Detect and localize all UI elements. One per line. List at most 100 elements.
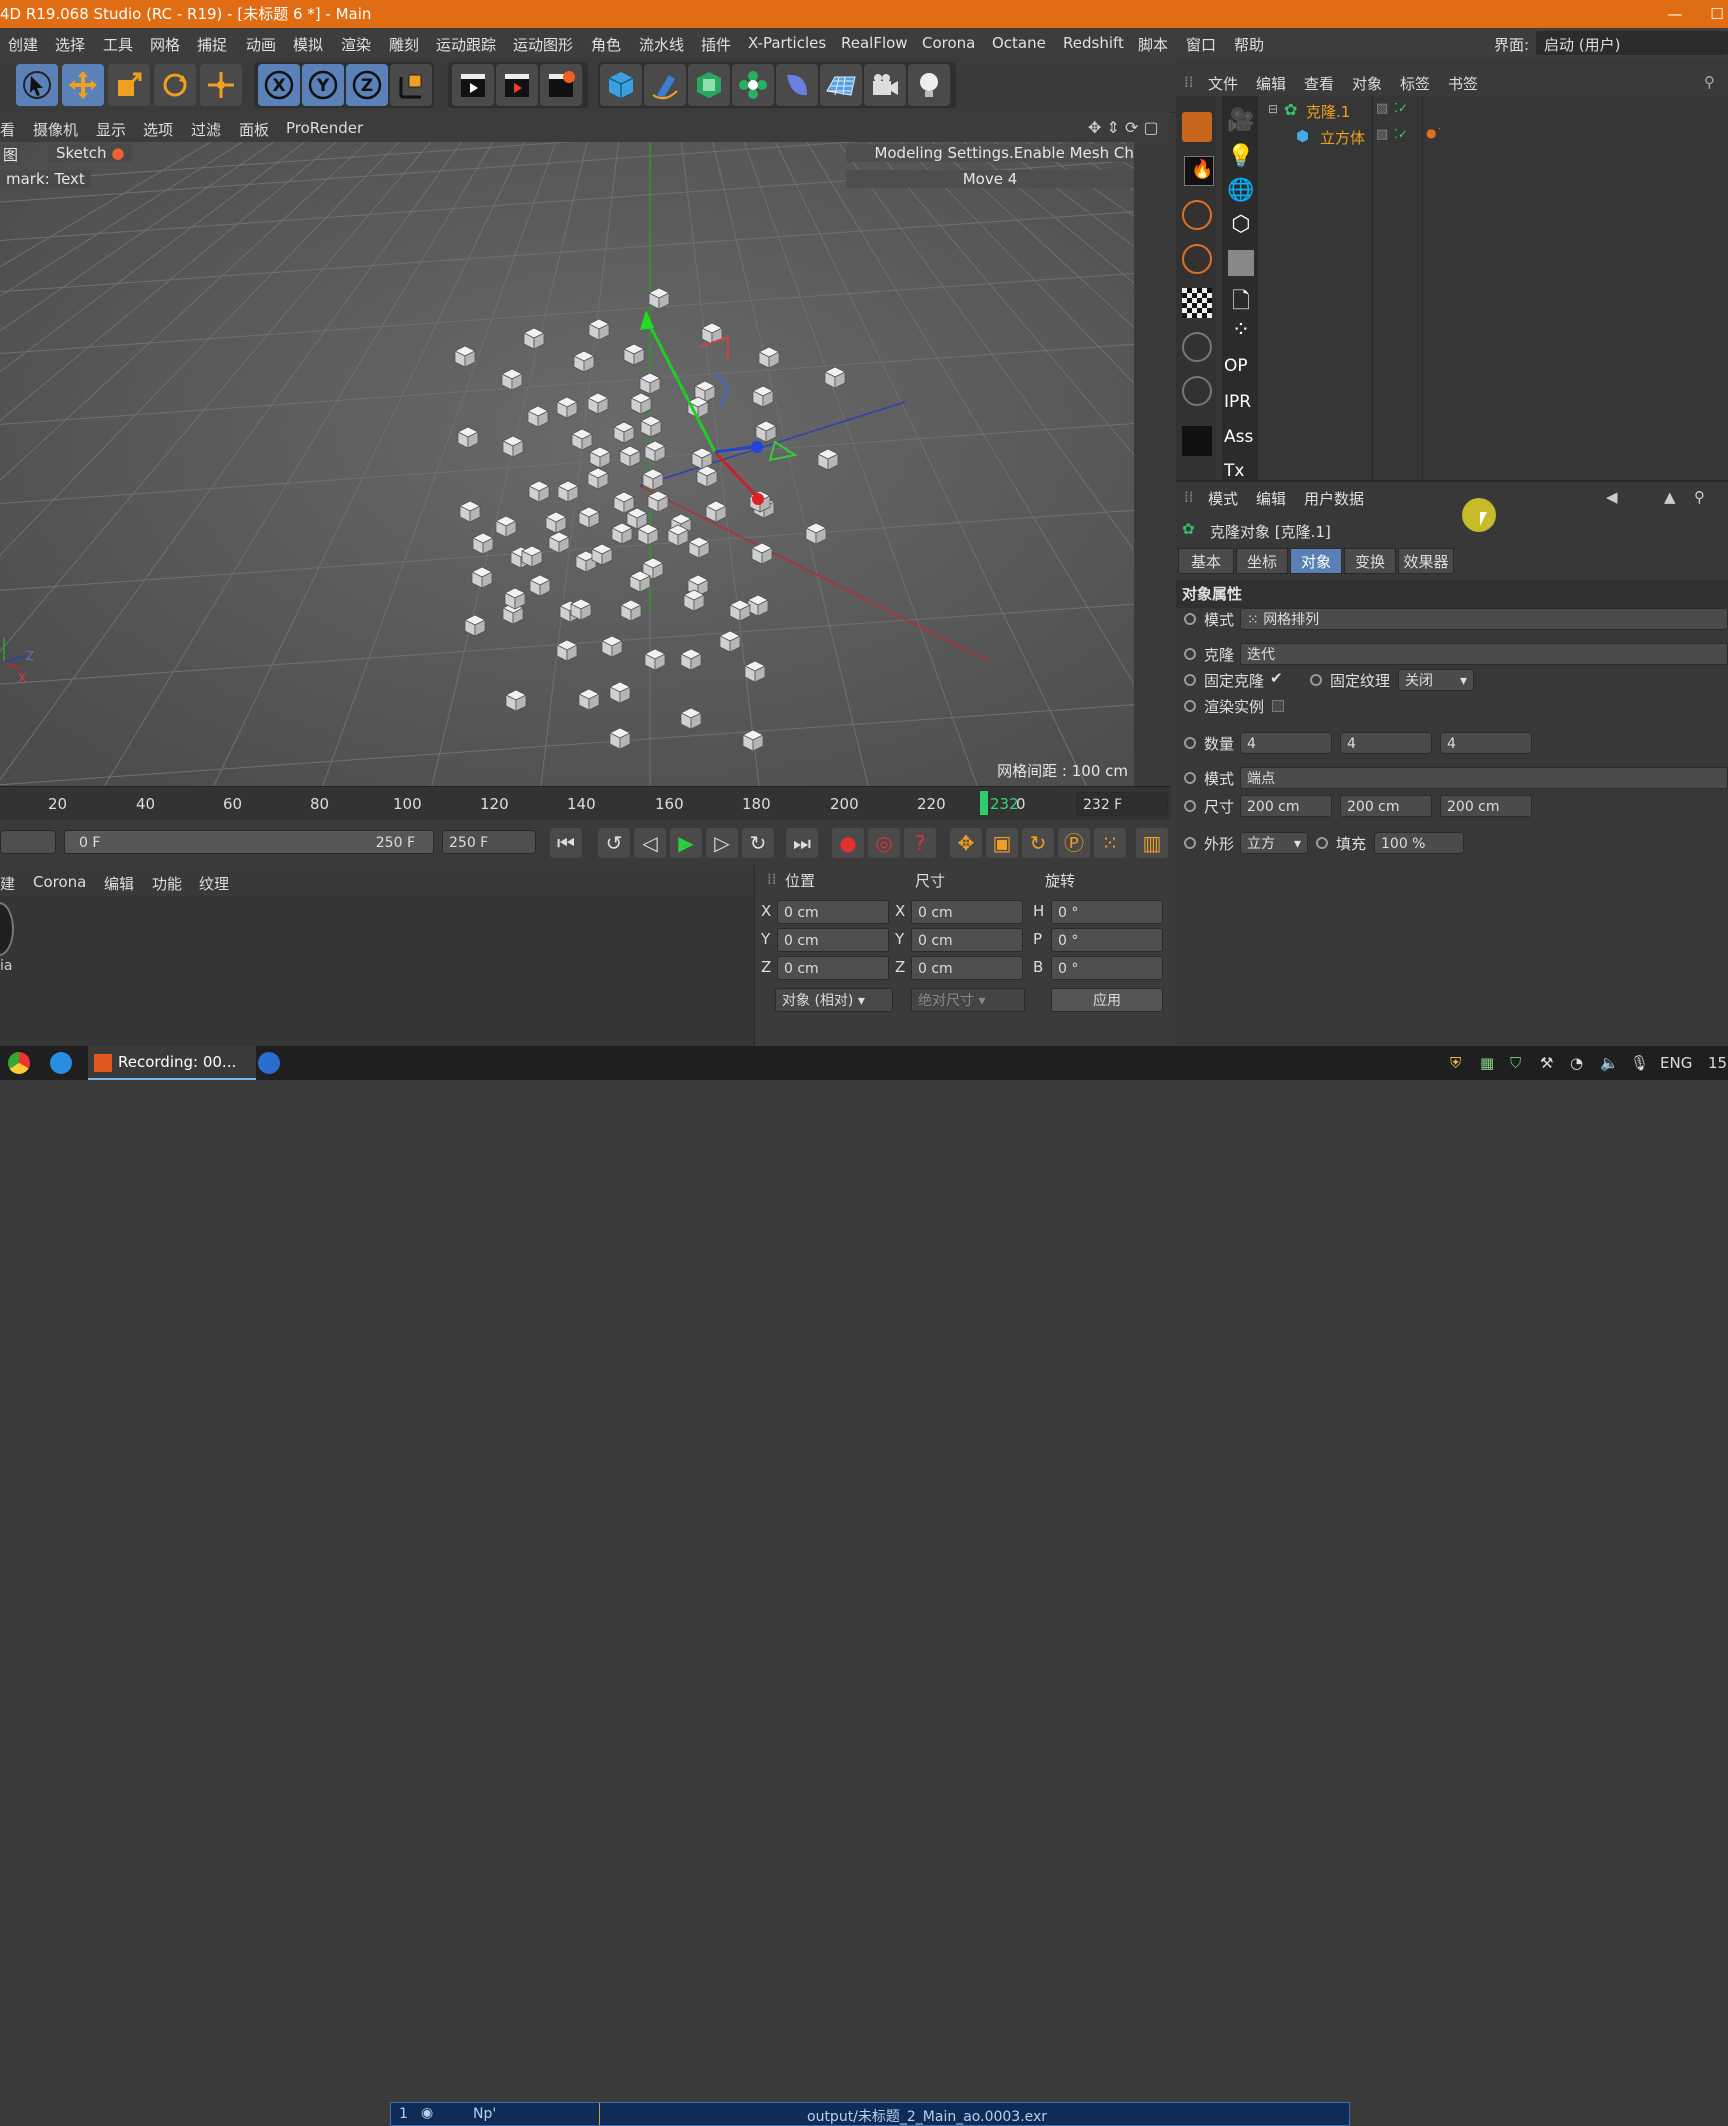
viewport-menu-options[interactable]: 选项 <box>143 119 173 140</box>
visibility-check-icon[interactable]: ⁚✓ <box>1394 101 1408 115</box>
cube-button[interactable] <box>600 64 642 106</box>
om-menu-bookmark[interactable]: 书签 <box>1448 73 1478 94</box>
size-y-field[interactable]: 0 cm <box>911 928 1023 952</box>
frame-range-slider[interactable]: 0 F 250 F <box>64 830 434 854</box>
taskbar-recording-app[interactable]: Recording: 00... <box>88 1046 256 1080</box>
tab-effectors[interactable]: 效果器 <box>1398 548 1454 574</box>
rot-p-field[interactable]: 0 ° <box>1051 928 1163 952</box>
menu-tools[interactable]: 工具 <box>103 34 133 55</box>
om-menu-tag[interactable]: 标签 <box>1400 73 1430 94</box>
viewport-tab-sketch[interactable]: Sketch ● <box>48 144 133 162</box>
menu-script[interactable]: 脚本 <box>1138 34 1168 55</box>
object-row-cube[interactable]: ⬢ 立方体 ▨ ⁚✓ ●˙ <box>1264 124 1728 150</box>
x-axis-button[interactable]: X <box>258 64 300 106</box>
menu-window[interactable]: 窗口 <box>1186 34 1216 55</box>
octane-fire-icon[interactable]: 🔥 <box>1184 156 1214 186</box>
octane-render-icon[interactable] <box>1182 200 1212 230</box>
ass-icon[interactable]: Ass <box>1224 427 1254 457</box>
size-y-field[interactable]: 200 cm <box>1340 795 1432 817</box>
octane-objects-icon[interactable] <box>1182 112 1212 142</box>
particles-icon[interactable]: ⁘ <box>1226 318 1256 348</box>
playhead[interactable] <box>980 791 988 815</box>
menu-mesh[interactable]: 网格 <box>150 34 180 55</box>
menu-create[interactable]: 创建 <box>8 34 38 55</box>
menu-select[interactable]: 选择 <box>55 34 85 55</box>
menu-snap[interactable]: 捕捉 <box>197 34 227 55</box>
rotate-tool-button[interactable] <box>154 64 196 106</box>
move-tool-button[interactable] <box>62 64 104 106</box>
deformer-button[interactable] <box>776 64 818 106</box>
animate-radio[interactable] <box>1184 613 1196 625</box>
object-name-cube[interactable]: 立方体 <box>1320 127 1365 148</box>
animate-radio[interactable] <box>1184 674 1196 686</box>
timeline-window-button[interactable]: ▥ <box>1136 828 1168 858</box>
scale-tool-button[interactable] <box>108 64 150 106</box>
coordinate-system-button[interactable] <box>390 64 432 106</box>
key-rotation-button[interactable]: ↻ <box>1022 828 1054 858</box>
shape-select[interactable]: 立方 ▾ <box>1240 832 1308 854</box>
tray-tools-icon[interactable]: ⚒ <box>1540 1054 1553 1072</box>
previous-frame-button[interactable]: ◁ <box>634 828 666 858</box>
tray-security-icon[interactable]: ⛉ <box>1510 1054 1521 1072</box>
object-row-cloner[interactable]: ⊟ ✿ 克隆.1 ▨ ⁚✓ <box>1264 98 1728 124</box>
menu-render[interactable]: 渲染 <box>341 34 371 55</box>
autokey-button[interactable]: ◎ <box>868 828 900 858</box>
maximize-icon[interactable]: ☐ <box>1706 0 1728 28</box>
key-scale-button[interactable]: ▣ <box>986 828 1018 858</box>
viewport-menu-filter[interactable]: 过滤 <box>191 119 221 140</box>
camera-icon[interactable]: 🎥 <box>1226 108 1256 138</box>
next-key-button[interactable]: ↻ <box>742 828 774 858</box>
menu-corona[interactable]: Corona <box>922 34 975 52</box>
pos-x-field[interactable]: 0 cm <box>777 900 889 924</box>
timeline-ruler[interactable]: 20 40 60 80 100 120 140 160 180 200 220 … <box>0 786 1170 821</box>
count-x-field[interactable]: 4 <box>1240 732 1332 754</box>
animate-radio[interactable] <box>1184 800 1196 812</box>
record-button[interactable]: ● <box>832 828 864 858</box>
menu-xparticles[interactable]: X-Particles <box>748 34 826 52</box>
play-button[interactable]: ▶ <box>670 828 702 858</box>
material-menu-texture[interactable]: 纹理 <box>199 873 229 894</box>
search-icon[interactable]: ⚲ <box>1704 73 1715 91</box>
om-menu-edit[interactable]: 编辑 <box>1256 73 1286 94</box>
key-parameter-button[interactable]: Ⓟ <box>1058 828 1090 858</box>
am-menu-mode[interactable]: 模式 <box>1208 488 1238 509</box>
menu-pipeline[interactable]: 流水线 <box>639 34 684 55</box>
menu-sculpt[interactable]: 雕刻 <box>389 34 419 55</box>
render-settings-button[interactable] <box>540 64 582 106</box>
op-icon[interactable]: OP <box>1224 356 1254 386</box>
wire-cube-icon[interactable]: ⬡ <box>1226 212 1256 242</box>
octane-dots-icon-2[interactable] <box>1182 376 1212 406</box>
visibility-check-icon[interactable]: ⁚✓ <box>1394 127 1408 141</box>
viewport-menu-display[interactable]: 显示 <box>96 119 126 140</box>
om-menu-file[interactable]: 文件 <box>1208 73 1238 94</box>
size-x-field[interactable]: 200 cm <box>1240 795 1332 817</box>
clapper-icon[interactable] <box>1182 426 1212 456</box>
render-instances-checkbox[interactable] <box>1272 700 1284 712</box>
tab-coord[interactable]: 坐标 <box>1236 548 1288 574</box>
search-icon[interactable]: ⚲ <box>1694 488 1705 506</box>
am-menu-edit[interactable]: 编辑 <box>1256 488 1286 509</box>
viewport-menu-view[interactable]: 看 <box>0 119 15 140</box>
material-menu-function[interactable]: 功能 <box>152 873 182 894</box>
z-axis-button[interactable]: Z <box>346 64 388 106</box>
viewport-nav-icons[interactable]: ✥ ⇕ ⟳ ▢ <box>1088 118 1159 137</box>
animate-radio[interactable] <box>1184 737 1196 749</box>
solid-cube-icon[interactable] <box>1228 250 1254 276</box>
network-icon[interactable]: ◔ <box>1570 1054 1583 1072</box>
fill-field[interactable]: 100 % <box>1374 832 1464 854</box>
size-z-field[interactable]: 0 cm <box>911 956 1023 980</box>
material-menu-corona[interactable]: Corona <box>33 873 86 891</box>
menu-simulate[interactable]: 模拟 <box>293 34 323 55</box>
media-app-icon[interactable] <box>258 1052 280 1074</box>
count-z-field[interactable]: 4 <box>1440 732 1532 754</box>
chrome-icon[interactable] <box>8 1052 30 1074</box>
layout-select[interactable]: 启动 (用户) <box>1536 31 1728 55</box>
previous-key-button[interactable]: ↺ <box>598 828 630 858</box>
animate-radio[interactable] <box>1184 700 1196 712</box>
menu-character[interactable]: 角色 <box>591 34 621 55</box>
subdivision-button[interactable] <box>688 64 730 106</box>
key-position-button[interactable]: ✥ <box>950 828 982 858</box>
language-indicator[interactable]: ENG <box>1660 1054 1692 1072</box>
animate-radio[interactable] <box>1184 837 1196 849</box>
cloner-button[interactable] <box>732 64 774 106</box>
